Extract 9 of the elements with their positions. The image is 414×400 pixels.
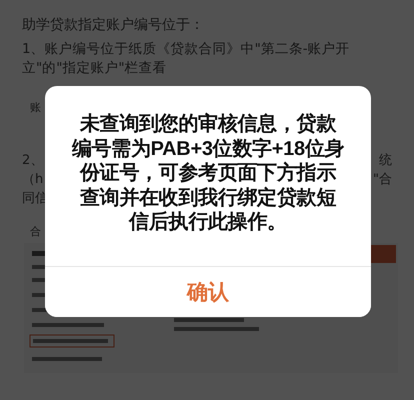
image-caption: 合	[30, 224, 41, 239]
instruction-text: （h	[22, 171, 44, 189]
instruction-text: 2、	[22, 152, 44, 170]
page-heading: 助学贷款指定账户编号位于：	[22, 16, 205, 34]
instruction-text: 统	[379, 152, 392, 170]
dialog-message: 未查询到您的审核信息，贷款编号需为PAB+3位数字+18位身份证号，可参考页面下方指示查询并在收到我行绑定贷款短信后执行此操作。	[70, 112, 346, 235]
instruction-text: 1、账户编号位于纸质《贷款合同》中"第二条-账户开立"的"指定账户"栏查看	[22, 40, 351, 78]
field-label: 账	[30, 100, 41, 115]
instruction-text: "合	[373, 171, 392, 189]
